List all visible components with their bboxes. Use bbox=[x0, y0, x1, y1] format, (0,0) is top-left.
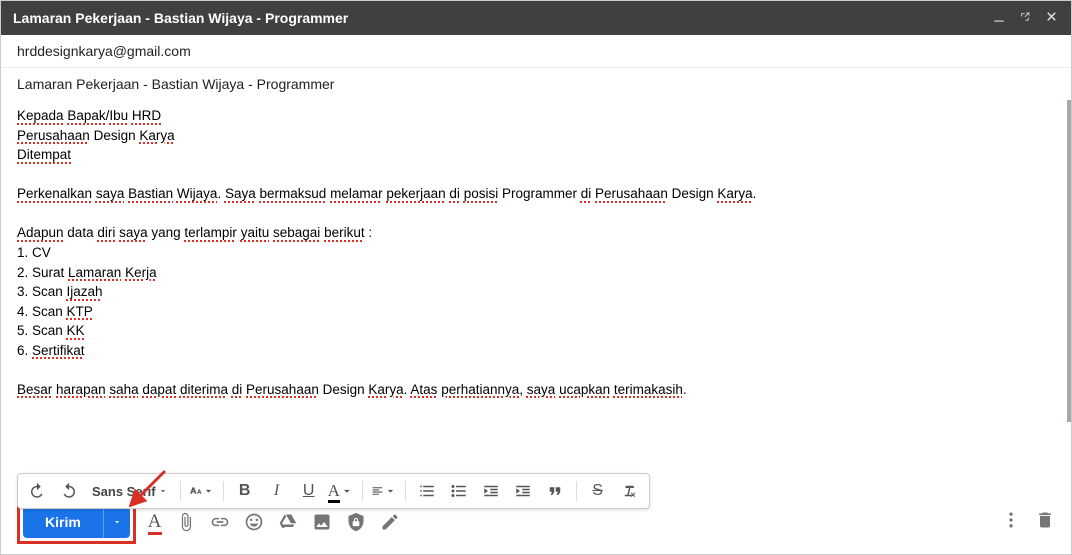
minimize-icon[interactable] bbox=[992, 10, 1006, 27]
numbered-list-button[interactable] bbox=[414, 478, 440, 504]
text-color-button[interactable]: A bbox=[328, 478, 354, 504]
align-button[interactable] bbox=[371, 478, 397, 504]
subject-field[interactable]: Lamaran Pekerjaan - Bastian Wijaya - Pro… bbox=[1, 68, 1071, 100]
send-button[interactable]: Kirim bbox=[23, 506, 103, 538]
email-body[interactable]: Kepada Bapak/Ibu HRD Perusahaan Design K… bbox=[1, 100, 1071, 422]
recipient-chip: hrddesignkarya@gmail.com bbox=[17, 43, 191, 59]
window-controls bbox=[992, 9, 1059, 27]
formatting-toolbar: Sans Serif B I U A S bbox=[17, 473, 650, 509]
bold-button[interactable]: B bbox=[232, 478, 258, 504]
attach-file-button[interactable] bbox=[176, 512, 196, 532]
italic-button[interactable]: I bbox=[264, 478, 290, 504]
underline-button[interactable]: U bbox=[296, 478, 322, 504]
close-icon[interactable] bbox=[1044, 9, 1059, 27]
font-size-button[interactable] bbox=[189, 478, 215, 504]
compose-window: Lamaran Pekerjaan - Bastian Wijaya - Pro… bbox=[0, 0, 1072, 555]
insert-link-button[interactable] bbox=[210, 512, 230, 532]
insert-signature-button[interactable] bbox=[380, 512, 400, 532]
bulleted-list-button[interactable] bbox=[446, 478, 472, 504]
indent-more-button[interactable] bbox=[510, 478, 536, 504]
window-title: Lamaran Pekerjaan - Bastian Wijaya - Pro… bbox=[13, 10, 348, 26]
window-titlebar: Lamaran Pekerjaan - Bastian Wijaya - Pro… bbox=[1, 1, 1071, 35]
recipients-field[interactable]: hrddesignkarya@gmail.com bbox=[1, 35, 1071, 68]
send-options-button[interactable] bbox=[103, 507, 130, 538]
strikethrough-button[interactable]: S bbox=[585, 478, 611, 504]
confidential-mode-button[interactable] bbox=[346, 512, 366, 532]
discard-draft-button[interactable] bbox=[1035, 510, 1055, 535]
indent-less-button[interactable] bbox=[478, 478, 504, 504]
more-options-button[interactable] bbox=[1001, 510, 1021, 535]
insert-drive-button[interactable] bbox=[278, 512, 298, 532]
redo-button[interactable] bbox=[56, 478, 82, 504]
undo-button[interactable] bbox=[24, 478, 50, 504]
formatting-toggle-button[interactable]: A bbox=[148, 511, 162, 533]
subject-text: Lamaran Pekerjaan - Bastian Wijaya - Pro… bbox=[17, 76, 334, 92]
font-family-select[interactable]: Sans Serif bbox=[88, 482, 172, 501]
insert-photo-button[interactable] bbox=[312, 512, 332, 532]
insert-emoji-button[interactable] bbox=[244, 512, 264, 532]
remove-formatting-button[interactable] bbox=[617, 478, 643, 504]
quote-button[interactable] bbox=[542, 478, 568, 504]
font-family-label: Sans Serif bbox=[92, 484, 156, 499]
popout-icon[interactable] bbox=[1018, 10, 1032, 27]
